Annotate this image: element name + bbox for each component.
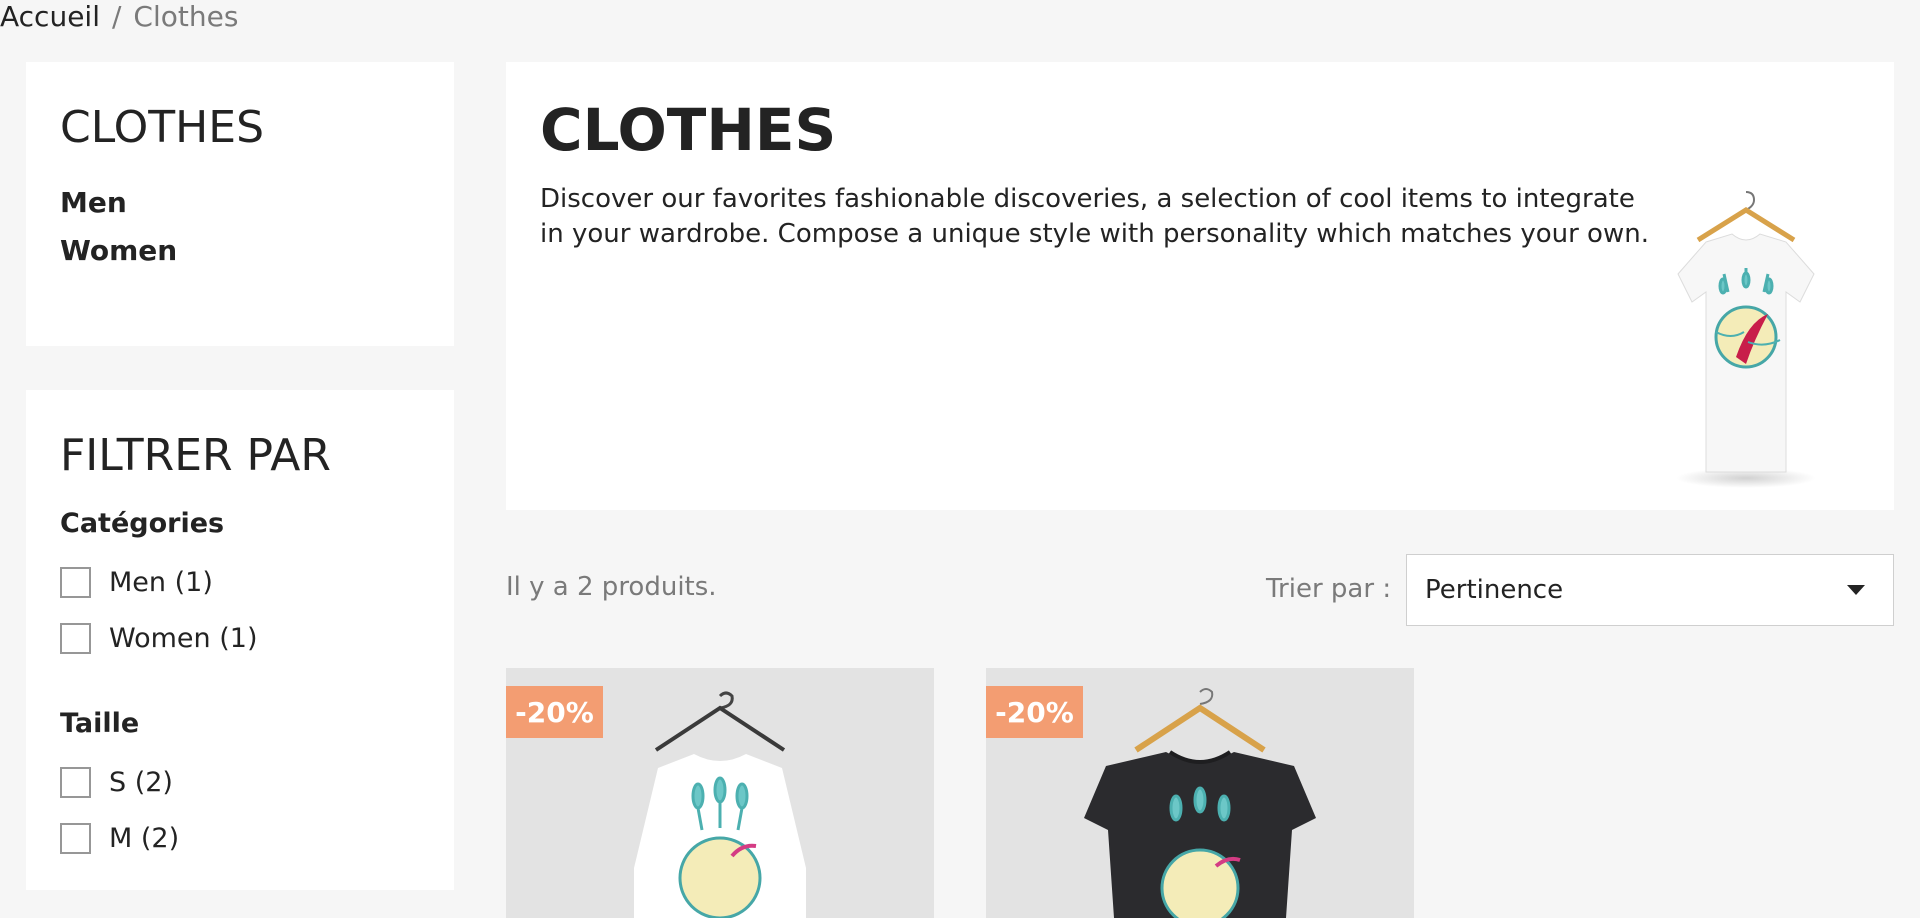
- category-tree-block: CLOTHES Men Women: [26, 62, 454, 346]
- facet-option-label: Men (1): [109, 566, 213, 598]
- category-description: Discover our favorites fashionable disco…: [540, 184, 1649, 249]
- breadcrumb-separator: /: [111, 0, 122, 33]
- facet-option-size-m[interactable]: M (2): [60, 822, 179, 854]
- filters-title: FILTRER PAR: [60, 430, 331, 481]
- facet-option-size-s[interactable]: S (2): [60, 766, 173, 798]
- checkbox[interactable]: [60, 822, 91, 854]
- facet-option-label: Women (1): [109, 622, 258, 654]
- product-card[interactable]: -20%: [506, 668, 934, 918]
- category-tree-item-women[interactable]: Women: [60, 234, 177, 267]
- caret-down-icon: [1847, 585, 1865, 595]
- sort-label: Trier par :: [1266, 574, 1392, 604]
- page-title: CLOTHES: [540, 96, 837, 164]
- category-tree-item-men[interactable]: Men: [60, 186, 127, 219]
- breadcrumb-current: Clothes: [133, 0, 239, 33]
- category-image: [1676, 191, 1816, 488]
- facet-option-label: M (2): [109, 822, 180, 854]
- facet-option-men[interactable]: Men (1): [60, 566, 213, 598]
- discount-badge: -20%: [506, 686, 603, 738]
- breadcrumb-home-link[interactable]: Accueil: [0, 0, 100, 33]
- product-card[interactable]: -20%: [986, 668, 1414, 918]
- discount-badge: -20%: [986, 686, 1083, 738]
- checkbox[interactable]: [60, 622, 91, 654]
- facet-title-categories: Catégories: [60, 508, 225, 539]
- checkbox[interactable]: [60, 766, 91, 798]
- facet-option-women[interactable]: Women (1): [60, 622, 258, 654]
- sort-select-value: Pertinence: [1425, 575, 1564, 605]
- category-header: CLOTHES Discover our favorites fashionab…: [506, 62, 1894, 510]
- checkbox[interactable]: [60, 566, 91, 598]
- products-count: Il y a 2 produits.: [506, 572, 717, 602]
- filters-block: FILTRER PAR Catégories Men (1) Women (1)…: [26, 390, 454, 890]
- category-tree-title[interactable]: CLOTHES: [60, 102, 264, 153]
- facet-title-size: Taille: [60, 708, 140, 739]
- breadcrumb: Accueil / Clothes: [0, 0, 238, 36]
- sort-select[interactable]: Pertinence: [1406, 554, 1894, 626]
- facet-option-label: S (2): [109, 766, 173, 798]
